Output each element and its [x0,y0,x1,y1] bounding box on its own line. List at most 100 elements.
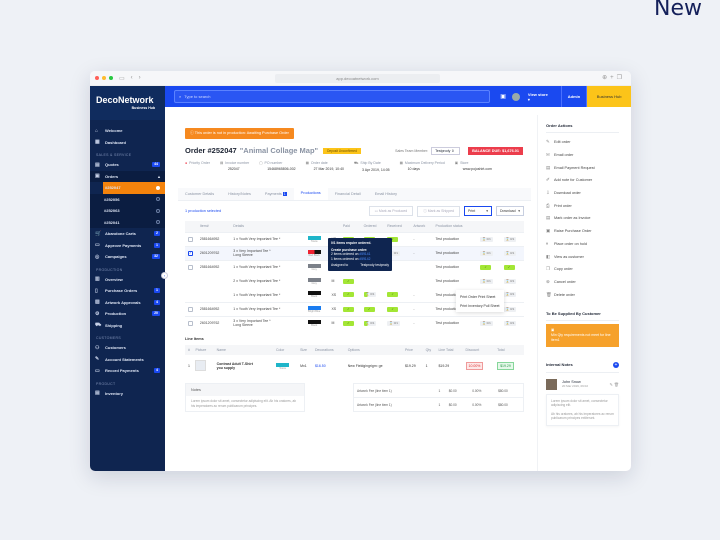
progress-badge[interactable]: ⌛ 0/1 [480,278,493,284]
sidebar-section-label: SALES & SERVICE [96,153,132,157]
progress-badge[interactable]: ⌛ 0/1 [503,292,517,298]
fee-row: Artwork Fee (line item 1) 1 $0.00 0.00% $80.… [353,397,524,412]
mark-shipped-button[interactable]: ⓘ Mark as Shipped [417,205,460,217]
sidebar-item-abandone-carts[interactable]: 🛒 Abandone Carts 2 [90,228,165,240]
progress-badge[interactable]: ⌛ 0/1 [363,292,377,298]
sidebar-item-production[interactable]: ⚙ Production 20 [90,308,165,320]
sidebar-item-inventory[interactable]: ▤ Inventory [90,388,165,400]
mark-produced-button[interactable]: ▭ Mark as Produced [368,206,414,216]
sidebar-item-welcome[interactable]: ⌂ Welcome [90,125,165,137]
decorations-link[interactable]: $16.50 [312,355,345,377]
action-download-order[interactable]: ⇩ Download order [546,187,619,200]
maximize-window-dot[interactable] [109,76,113,80]
action-mark-order-as-invoice[interactable]: ▤ Mark order as Invoice [546,212,619,225]
sidebar-item-artwork-approvals[interactable]: ▨ Artwork Approvals 4 [90,297,165,309]
download-order-icon: ⇩ [546,190,550,196]
progress-badge[interactable]: ⌛ 0/1 [503,306,517,312]
close-window-dot[interactable] [95,76,99,80]
sidebar-item-dashboard[interactable]: ▦ Dashboard [90,137,165,149]
row-checkbox[interactable] [188,236,193,242]
progress-badge[interactable]: ⌛ 0/1 [503,236,517,242]
action-add-note-for-customer[interactable]: ✐ Add note for Customer [546,174,619,187]
sidebar-item-customers[interactable]: ⚇ Customers [90,342,165,354]
action-place-order-on-hold[interactable]: ⏸ Place order on hold [546,238,619,251]
view-store-link[interactable]: View store ▾ [528,92,551,102]
action-label: Print order [554,203,572,208]
progress-badge[interactable]: ⌛ 0/1 [363,320,377,326]
store-icon: ▣ [454,161,459,165]
sidebar-item-purchase-orders[interactable]: ▯ Purchase Orders 1 [90,285,165,297]
sidebar-order-252056[interactable]: #252056 [90,193,165,205]
address-bar[interactable]: app.decoatnetwork.com [275,74,440,83]
progress-badge[interactable]: ⌛ 0/1 [480,320,493,326]
action-copy-order[interactable]: ❐ Copy order [546,263,619,276]
sidebar-item-record-payments[interactable]: ▭ Record Payments 4 [90,365,165,377]
sidebar-item-overview[interactable]: ▥ Overview [90,274,165,286]
progress-badge[interactable]: ⌛ 0/1 [387,320,400,326]
sidebar-order-252063[interactable]: #252063 [90,205,165,217]
collapse-sidebar-button[interactable]: ‹ [161,272,168,279]
row-checkbox[interactable] [188,264,193,270]
back-icon[interactable]: ‹ [131,75,133,81]
column-header: Picture [192,345,214,355]
row-checkbox[interactable]: ✓ [188,250,193,256]
progress-badge[interactable]: ⌛ 0/1 [480,250,493,256]
sidebar-item-account-statements[interactable]: ✎ Account Statements [90,354,165,366]
progress-badge[interactable]: ⌛ 0/1 [503,250,517,256]
search-input[interactable]: ⌕ Type to search [174,90,491,103]
tab-history-notes[interactable]: History/Notes [221,188,258,200]
action-cancel-order[interactable]: ⊗ Cancel order [546,276,619,289]
print-dropdown[interactable]: Print ▾ [464,206,492,216]
sidebar-item-approve-payments[interactable]: ▭ Approve Payments 1 [90,240,165,252]
tab-customer-details[interactable]: Customer Details [178,188,221,200]
shipping-icon: ⛟ [95,321,102,328]
action-view-as-customer[interactable]: ◧ View as customer [546,250,619,263]
view-as-customer-icon: ◧ [546,253,551,259]
print-order-sheet-item[interactable]: Print Order Print Sheet [456,292,504,301]
sidebar-item-orders[interactable]: ▣ Orders ▴ [90,170,165,182]
sidebar-item-campaigns[interactable]: ◎ Campaigns 32 [90,251,165,263]
po-link[interactable]: #59142 [359,257,370,261]
row-checkbox[interactable] [188,320,193,326]
action-delete-order[interactable]: 🗑 Delete order [546,288,619,301]
business-hub-button[interactable]: Business Hub [587,86,631,107]
progress-badge[interactable]: ⌛ 0/1 [503,320,517,326]
print-pull-sheet-item[interactable]: Print Inventory Pull Sheet [456,301,504,310]
tab-financial-detail[interactable]: Financial Detail [328,188,368,200]
action-print-order[interactable]: ⎙ Print order [546,199,619,212]
check-badge: ✓ [363,306,375,312]
action-email-payment-request[interactable]: ▤ Email Payment Request [546,161,619,174]
action-email-order[interactable]: ✉ Email order [546,149,619,162]
po-link[interactable]: #59141 [359,252,370,256]
edit-note-icon[interactable]: ✎ [609,382,612,387]
tab-payments[interactable]: Payments 1 [258,188,294,200]
row-checkbox[interactable] [188,306,193,312]
action-label: Email order [554,153,574,158]
sidebar-order-252041[interactable]: #252041 [90,216,165,228]
cell-text: - [413,321,415,326]
sidebar-item-quotes[interactable]: ▤ Quotes 44 [90,159,165,171]
minimize-window-dot[interactable] [102,76,106,80]
download-dropdown[interactable]: Download ▾ [496,206,524,216]
admin-link[interactable]: Admin [560,86,588,107]
tshirt-image[interactable] [195,360,207,371]
sidebar-order-252047[interactable]: #252047 [103,182,165,194]
progress-badge[interactable]: ⌛ 0/1 [480,236,493,242]
delete-note-icon[interactable]: 🗑 [614,382,619,387]
forward-icon[interactable]: › [139,75,141,81]
user-avatar[interactable] [511,92,520,101]
action-raise-purchase-order[interactable]: ▣ Raise Purchase Order [546,225,619,238]
tab-email-history[interactable]: Email History [368,188,404,200]
fee-cell: Artwork Fee (line item 1) [353,383,436,398]
column-header: Paid [339,221,361,232]
tab-productions[interactable]: Productions [293,187,328,200]
browser-actions-icon[interactable]: ⊕+❐ [602,74,625,81]
progress-badge[interactable]: ⌛ 0/1 [503,278,517,284]
sidebar-toggle-icon[interactable]: ▭ [119,75,125,82]
action-edit-order[interactable]: ✎ Edit order [546,136,619,149]
sales-team-select[interactable]: Testprody ⇕ [431,146,461,155]
chat-icon[interactable]: ▣ [500,93,506,100]
sidebar-item-shipping[interactable]: ⛟ Shipping [90,320,165,332]
sidebar-item-label: Customers [105,345,126,351]
add-note-button[interactable]: + [613,361,619,368]
